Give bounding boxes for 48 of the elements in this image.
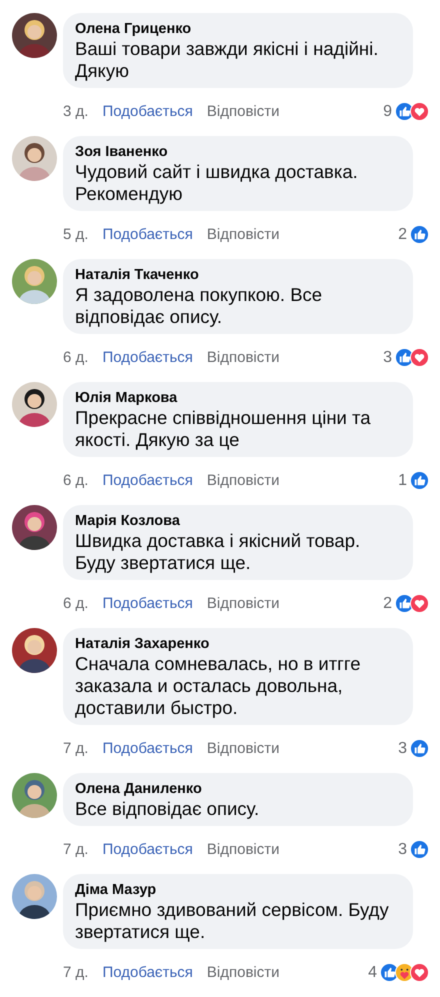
- author-name: Наталія Захаренко: [75, 635, 210, 653]
- comment-text: Ваші товари завжди якісні і надійні. Дякую: [75, 38, 380, 82]
- reaction-count: 3: [398, 840, 407, 858]
- comment-time: 7 д.: [63, 841, 88, 858]
- like-link[interactable]: Подобається: [102, 472, 193, 489]
- reaction-count: 2: [383, 594, 392, 612]
- reply-link[interactable]: Відповісти: [206, 103, 280, 120]
- reaction-count: 2: [398, 226, 407, 244]
- comment-time: 7 д.: [63, 964, 88, 981]
- comment-time: 3 д.: [63, 103, 88, 120]
- like-link[interactable]: Подобається: [102, 103, 193, 120]
- author-name: Юлія Маркова: [75, 389, 178, 407]
- comment-text: Швидка доставка і якісний товар. Буду звертатися ще.: [75, 530, 362, 574]
- like-link[interactable]: Подобається: [102, 226, 193, 243]
- author-name: Марія Козлова: [75, 512, 181, 530]
- like-link[interactable]: Подобається: [102, 964, 193, 981]
- comment-text: Приємно здивований сервісом. Буду звертатися ще.: [75, 899, 390, 943]
- reply-link[interactable]: Відповісти: [206, 964, 280, 981]
- reaction-count: 4: [368, 964, 377, 982]
- author-name: Зоя Іваненко: [75, 143, 169, 161]
- reply-link[interactable]: Відповісти: [206, 472, 280, 489]
- comment-text: Я задоволена покупкою. Все відповідає опису.: [75, 284, 324, 328]
- comment-text: Чудовий сайт і швидка доставка. Рекомендую: [75, 161, 359, 205]
- comment-time: 6 д.: [63, 595, 88, 612]
- comment-time: 6 д.: [63, 472, 88, 489]
- comment-time: 6 д.: [63, 349, 88, 366]
- reaction-count: 3: [398, 740, 407, 758]
- author-name: Діма Мазур: [75, 881, 158, 899]
- reply-link[interactable]: Відповісти: [206, 740, 280, 757]
- like-link[interactable]: Подобається: [102, 349, 193, 366]
- author-name: Олена Гриценко: [75, 20, 192, 38]
- author-name: Наталія Ткаченко: [75, 266, 200, 284]
- like-link[interactable]: Подобається: [102, 740, 193, 757]
- reaction-count: 3: [383, 348, 392, 366]
- like-link[interactable]: Подобається: [102, 841, 193, 858]
- comment-text: Сначала сомневалась, но в итгге заказала и осталась довольна, доставили быстро.: [75, 653, 362, 719]
- reply-link[interactable]: Відповісти: [206, 226, 280, 243]
- reply-link[interactable]: Відповісти: [206, 349, 280, 366]
- comment-time: 5 д.: [63, 226, 88, 243]
- comment-time: 7 д.: [63, 740, 88, 757]
- comment-text: Все відповідає опису.: [75, 798, 260, 820]
- like-link[interactable]: Подобається: [102, 595, 193, 612]
- author-name: Олена Даниленко: [75, 780, 203, 798]
- reaction-count: 1: [398, 472, 407, 490]
- reaction-count: 9: [383, 102, 392, 120]
- reply-link[interactable]: Відповісти: [206, 595, 280, 612]
- comment-text: Прекрасне співвідношення ціни та якості. Дякую за це: [75, 407, 372, 451]
- reply-link[interactable]: Відповісти: [206, 841, 280, 858]
